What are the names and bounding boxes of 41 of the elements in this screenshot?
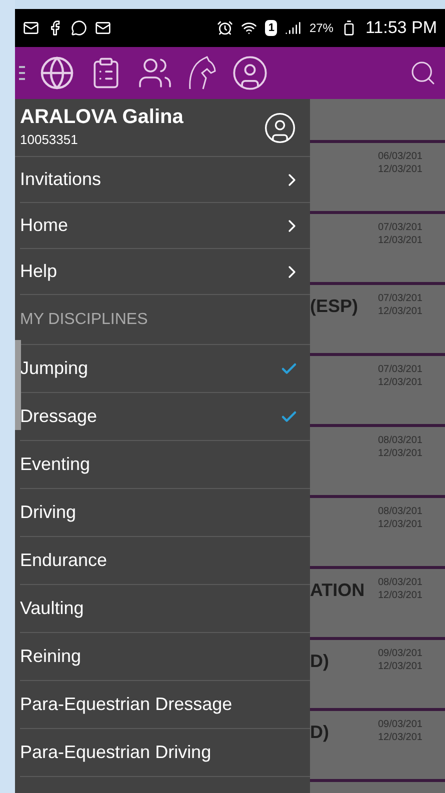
chat-icon [71, 20, 87, 36]
event-start-date: 08/03/201 [378, 506, 422, 518]
event-start-date: 09/03/201 [378, 719, 422, 732]
profile-icon[interactable] [231, 54, 269, 92]
drawer-handle[interactable] [15, 340, 21, 430]
event-end-date: 12/03/201 [378, 732, 422, 744]
clock: 11:53 PM [365, 17, 437, 40]
notification-icon [23, 20, 39, 36]
event-start-date: 06/03/201 [378, 151, 422, 164]
globe-icon[interactable] [39, 55, 75, 91]
profile-id: 10053351 [20, 131, 79, 150]
event-end-date: 12/03/201 [378, 518, 422, 531]
event-end-date: 12/03/201 [378, 376, 422, 389]
event-end-date: 12/03/201 [378, 448, 422, 460]
event-title: D) [310, 722, 329, 742]
alarm-icon [217, 20, 234, 36]
sim-indicator: 1 [265, 20, 278, 36]
mail-icon [95, 20, 111, 36]
event-end-date: 12/03/201 [378, 590, 422, 602]
event-title: ATION [310, 580, 365, 600]
avatar-icon[interactable] [263, 110, 297, 144]
event-start-date: 07/03/201 [378, 222, 422, 234]
section-header: MY DISCIPLINES [20, 310, 148, 330]
search-icon[interactable] [409, 59, 437, 87]
event-start-date: 09/03/201 [378, 648, 422, 660]
event-title: (ESP) [310, 296, 358, 316]
event-end-date: 12/03/201 [378, 234, 422, 247]
event-end-date: 12/03/201 [378, 164, 422, 176]
battery-percent: 27% [309, 20, 334, 37]
horse-head-icon[interactable] [187, 56, 217, 90]
event-end-date: 12/03/201 [378, 660, 422, 673]
event-title: D) [310, 651, 329, 671]
wifi-icon [241, 20, 258, 36]
event-end-date: 12/03/201 [378, 306, 422, 318]
event-start-date: 08/03/201 [378, 577, 422, 590]
menu-icon[interactable] [19, 64, 25, 82]
event-start-date: 07/03/201 [378, 293, 422, 306]
signal-icon [285, 20, 302, 36]
event-start-date: 08/03/201 [378, 435, 422, 448]
event-start-date: 07/03/201 [378, 364, 422, 376]
profile-name: ARALOVA Galina [20, 105, 184, 130]
